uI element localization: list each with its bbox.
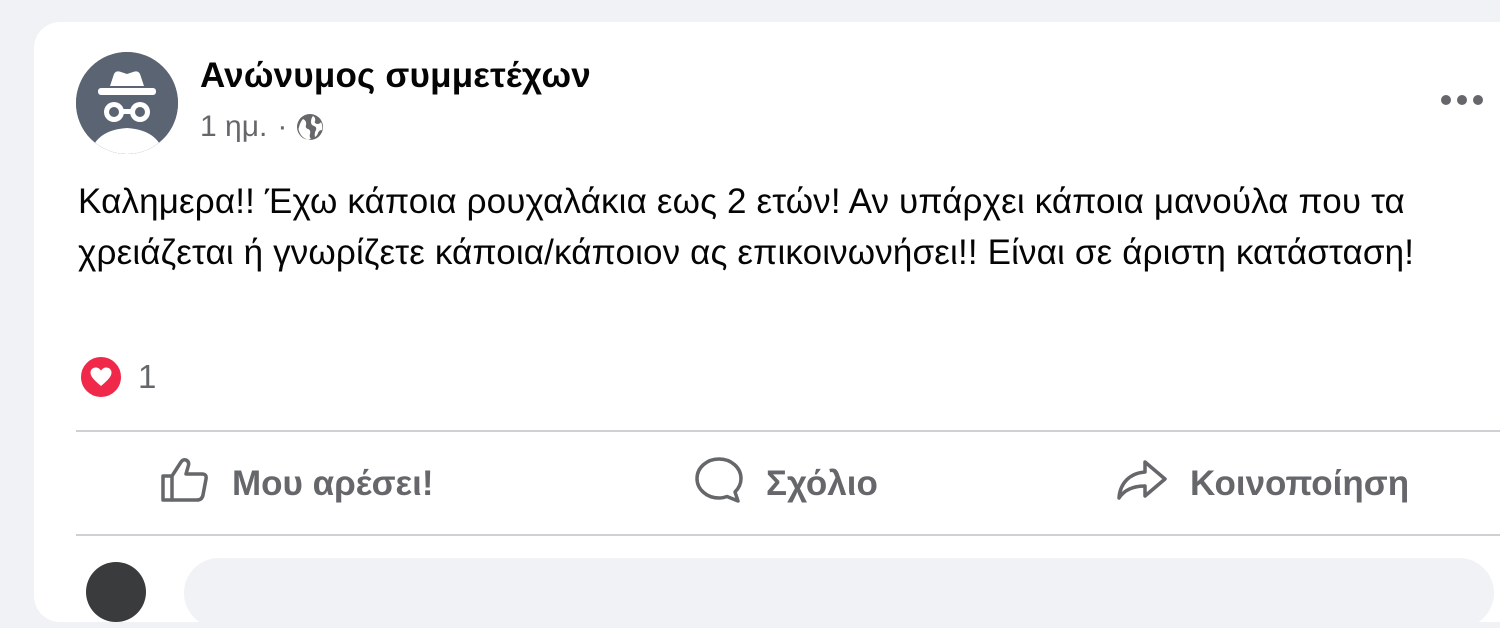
like-label: Μου αρέσει!: [232, 464, 434, 503]
post-author-name[interactable]: Ανώνυμος συμμετέχων: [200, 56, 591, 96]
current-user-avatar[interactable]: [86, 562, 146, 622]
more-options-icon: [1441, 95, 1483, 105]
more-options-button[interactable]: [1432, 82, 1492, 118]
share-button[interactable]: Κοινοποίηση: [1116, 434, 1409, 534]
actions-divider-top: [76, 430, 1500, 432]
heart-reaction-icon: [78, 354, 124, 400]
comment-label: Σχόλιο: [766, 464, 878, 503]
share-label: Κοινοποίηση: [1190, 464, 1410, 503]
write-comment-input[interactable]: [184, 558, 1494, 628]
post-card: Ανώνυμος συμμετέχων 1 ημ. · Καλημερα!! Έ…: [34, 22, 1500, 628]
reaction-summary[interactable]: 1: [78, 354, 156, 400]
post-meta: 1 ημ. ·: [200, 110, 325, 144]
actions-divider-bottom: [76, 534, 1500, 536]
post-body-text: Καλημερα!! Έχω κάποια ρουχαλάκια εως 2 ε…: [78, 182, 1415, 272]
thumbs-up-icon: [160, 457, 210, 512]
reaction-count: 1: [138, 358, 157, 395]
anonymous-avatar[interactable]: [76, 52, 178, 154]
globe-icon[interactable]: [295, 112, 325, 142]
incognito-icon: [76, 52, 178, 154]
meta-separator: ·: [277, 110, 288, 143]
like-button[interactable]: Μου αρέσει!: [160, 434, 434, 534]
share-arrow-icon: [1116, 458, 1168, 511]
post-actions-bar: Μου αρέσει! Σχόλιο Κοινοποίηση: [76, 434, 1500, 534]
post-timestamp[interactable]: 1 ημ.: [200, 110, 267, 144]
comment-button[interactable]: Σχόλιο: [694, 434, 878, 534]
comment-bubble-icon: [694, 456, 744, 513]
